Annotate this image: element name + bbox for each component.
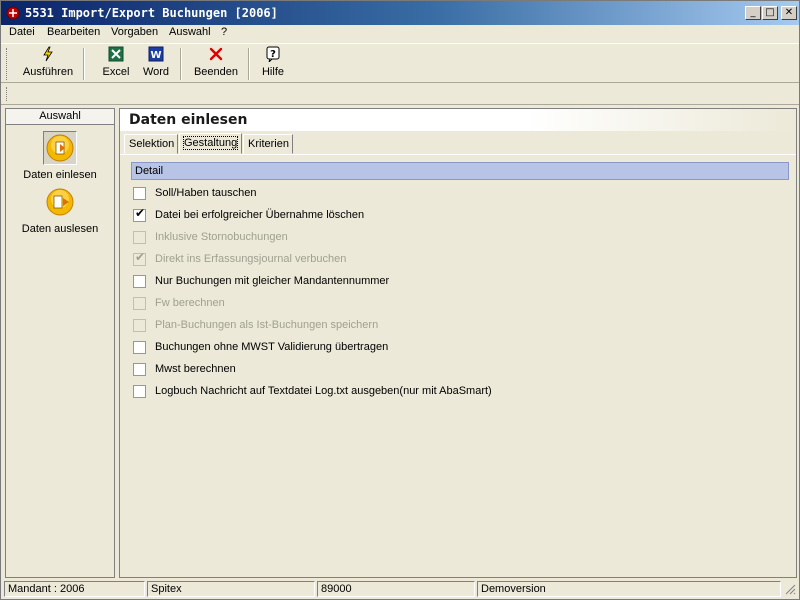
checkbox[interactable]: ✔ (133, 205, 146, 222)
nav-icon-frame (43, 131, 77, 165)
menu-vorgaben[interactable]: Vorgaben (111, 26, 158, 38)
word-label: Word (142, 66, 170, 78)
word-button[interactable]: W Word (140, 46, 172, 82)
execute-label: Ausführen (22, 66, 74, 78)
secondary-toolbar (1, 83, 799, 105)
main-header: Daten einlesen (120, 109, 796, 131)
toolbar-separator (83, 48, 85, 80)
checkmark-icon: ✔ (135, 249, 146, 264)
tab-content: Detail Soll/Haben tauschen ✔ Datei bei e… (125, 155, 793, 575)
selection-pane: Auswahl Daten einlesen Daten auslesen (5, 108, 115, 578)
option-row: Plan-Buchungen als Ist-Buchungen speiche… (133, 317, 378, 333)
toolbar-separator (180, 48, 182, 80)
option-row[interactable]: ✔ Datei bei erfolgreicher Übernahme lösc… (133, 205, 365, 223)
checkbox[interactable] (133, 186, 146, 200)
lightning-icon (43, 46, 53, 62)
tab-gestaltung[interactable]: Gestaltung (179, 133, 242, 154)
status-company: Spitex (147, 581, 315, 597)
checkbox[interactable] (133, 274, 146, 288)
status-mandant: Mandant : 2006 (4, 581, 145, 597)
help-button[interactable]: ? Hilfe (259, 46, 287, 82)
option-label: Soll/Haben tauschen (155, 187, 257, 199)
status-bar: Mandant : 2006 Spitex 89000 Demoversion (1, 579, 799, 599)
option-row[interactable]: Buchungen ohne MWST Validierung übertrag… (133, 339, 388, 355)
option-label: Logbuch Nachricht auf Textdatei Log.txt … (155, 385, 492, 397)
tab-label: Selektion (129, 138, 175, 150)
option-row[interactable]: Logbuch Nachricht auf Textdatei Log.txt … (133, 383, 492, 399)
status-number: 89000 (317, 581, 475, 597)
export-arrow-icon (46, 188, 74, 216)
svg-text:W: W (150, 50, 161, 61)
execute-button[interactable]: Ausführen (21, 46, 75, 82)
checkmark-icon: ✔ (135, 205, 146, 220)
tab-selektion[interactable]: Selektion (124, 134, 178, 154)
menu-bearbeiten[interactable]: Bearbeiten (47, 26, 100, 38)
excel-button[interactable]: Excel (99, 46, 133, 82)
menu-bar: Datei Bearbeiten Vorgaben Auswahl ? (1, 25, 799, 43)
selection-pane-header: Auswahl (6, 109, 114, 125)
close-button[interactable]: ✕ (781, 6, 797, 20)
option-row[interactable]: Soll/Haben tauschen (133, 185, 257, 201)
option-label: Nur Buchungen mit gleicher Mandantennumm… (155, 275, 390, 287)
quit-label: Beenden (193, 66, 239, 78)
option-label: Fw berechnen (155, 297, 225, 309)
tab-kriterien[interactable]: Kriterien (243, 134, 293, 154)
page-title: Daten einlesen (129, 112, 248, 128)
toolbar-separator (248, 48, 250, 80)
checkbox: ✔ (133, 249, 146, 266)
nav-item-daten-auslesen[interactable]: Daten auslesen (6, 185, 114, 235)
checkbox[interactable] (133, 384, 146, 398)
nav-label: Daten einlesen (23, 169, 97, 181)
tab-label: Gestaltung (182, 136, 239, 150)
option-row: ✔ Direkt ins Erfassungsjournal verbuchen (133, 249, 347, 267)
app-icon (6, 6, 20, 20)
title-bar[interactable]: 5531 Import/Export Buchungen [2006] _ □ … (1, 1, 799, 25)
maximize-button[interactable]: □ (762, 6, 778, 20)
option-label: Buchungen ohne MWST Validierung übertrag… (155, 341, 389, 353)
toolbar-grip[interactable] (6, 87, 9, 101)
red-x-icon (209, 47, 223, 61)
tab-label: Kriterien (248, 138, 289, 150)
menu-auswahl[interactable]: Auswahl (169, 26, 211, 38)
main-pane: Daten einlesen Selektion Gestaltung Krit… (119, 108, 797, 578)
excel-icon (108, 46, 124, 62)
application-window: 5531 Import/Export Buchungen [2006] _ □ … (0, 0, 800, 600)
word-icon: W (148, 46, 164, 62)
excel-label: Excel (102, 66, 130, 78)
help-icon: ? (266, 46, 280, 62)
status-mode: Demoversion (477, 581, 781, 597)
window-title: 5531 Import/Export Buchungen [2006] (25, 6, 278, 20)
section-header-detail: Detail (131, 162, 789, 180)
checkbox (133, 230, 146, 244)
menu-datei[interactable]: Datei (9, 26, 35, 38)
nav-icon-frame (43, 185, 77, 219)
option-label: Plan-Buchungen als Ist-Buchungen speiche… (155, 319, 379, 331)
nav-item-daten-einlesen[interactable]: Daten einlesen (6, 131, 114, 181)
option-label: Inklusive Stornobuchungen (155, 231, 288, 243)
nav-label: Daten auslesen (21, 223, 99, 235)
minimize-button[interactable]: _ (745, 6, 761, 20)
quit-button[interactable]: Beenden (192, 46, 240, 82)
toolbar-grip[interactable] (6, 48, 9, 80)
toolbar: Ausführen Excel W Word Beenden ? Hilfe (1, 43, 799, 83)
import-arrow-icon (46, 134, 74, 162)
help-label: Hilfe (261, 66, 284, 78)
option-label: Datei bei erfolgreicher Übernahme lösche… (155, 209, 365, 221)
option-label: Direkt ins Erfassungsjournal verbuchen (155, 253, 347, 265)
option-label: Mwst berechnen (155, 363, 236, 375)
checkbox (133, 296, 146, 310)
checkbox[interactable] (133, 340, 146, 354)
option-row: Inklusive Stornobuchungen (133, 229, 288, 245)
option-row[interactable]: Nur Buchungen mit gleicher Mandantennumm… (133, 273, 389, 289)
option-row: Fw berechnen (133, 295, 225, 311)
checkbox[interactable] (133, 362, 146, 376)
menu-help[interactable]: ? (221, 26, 227, 38)
option-row[interactable]: Mwst berechnen (133, 361, 236, 377)
svg-text:?: ? (270, 49, 276, 60)
resize-grip-icon[interactable] (784, 583, 796, 595)
checkbox (133, 318, 146, 332)
